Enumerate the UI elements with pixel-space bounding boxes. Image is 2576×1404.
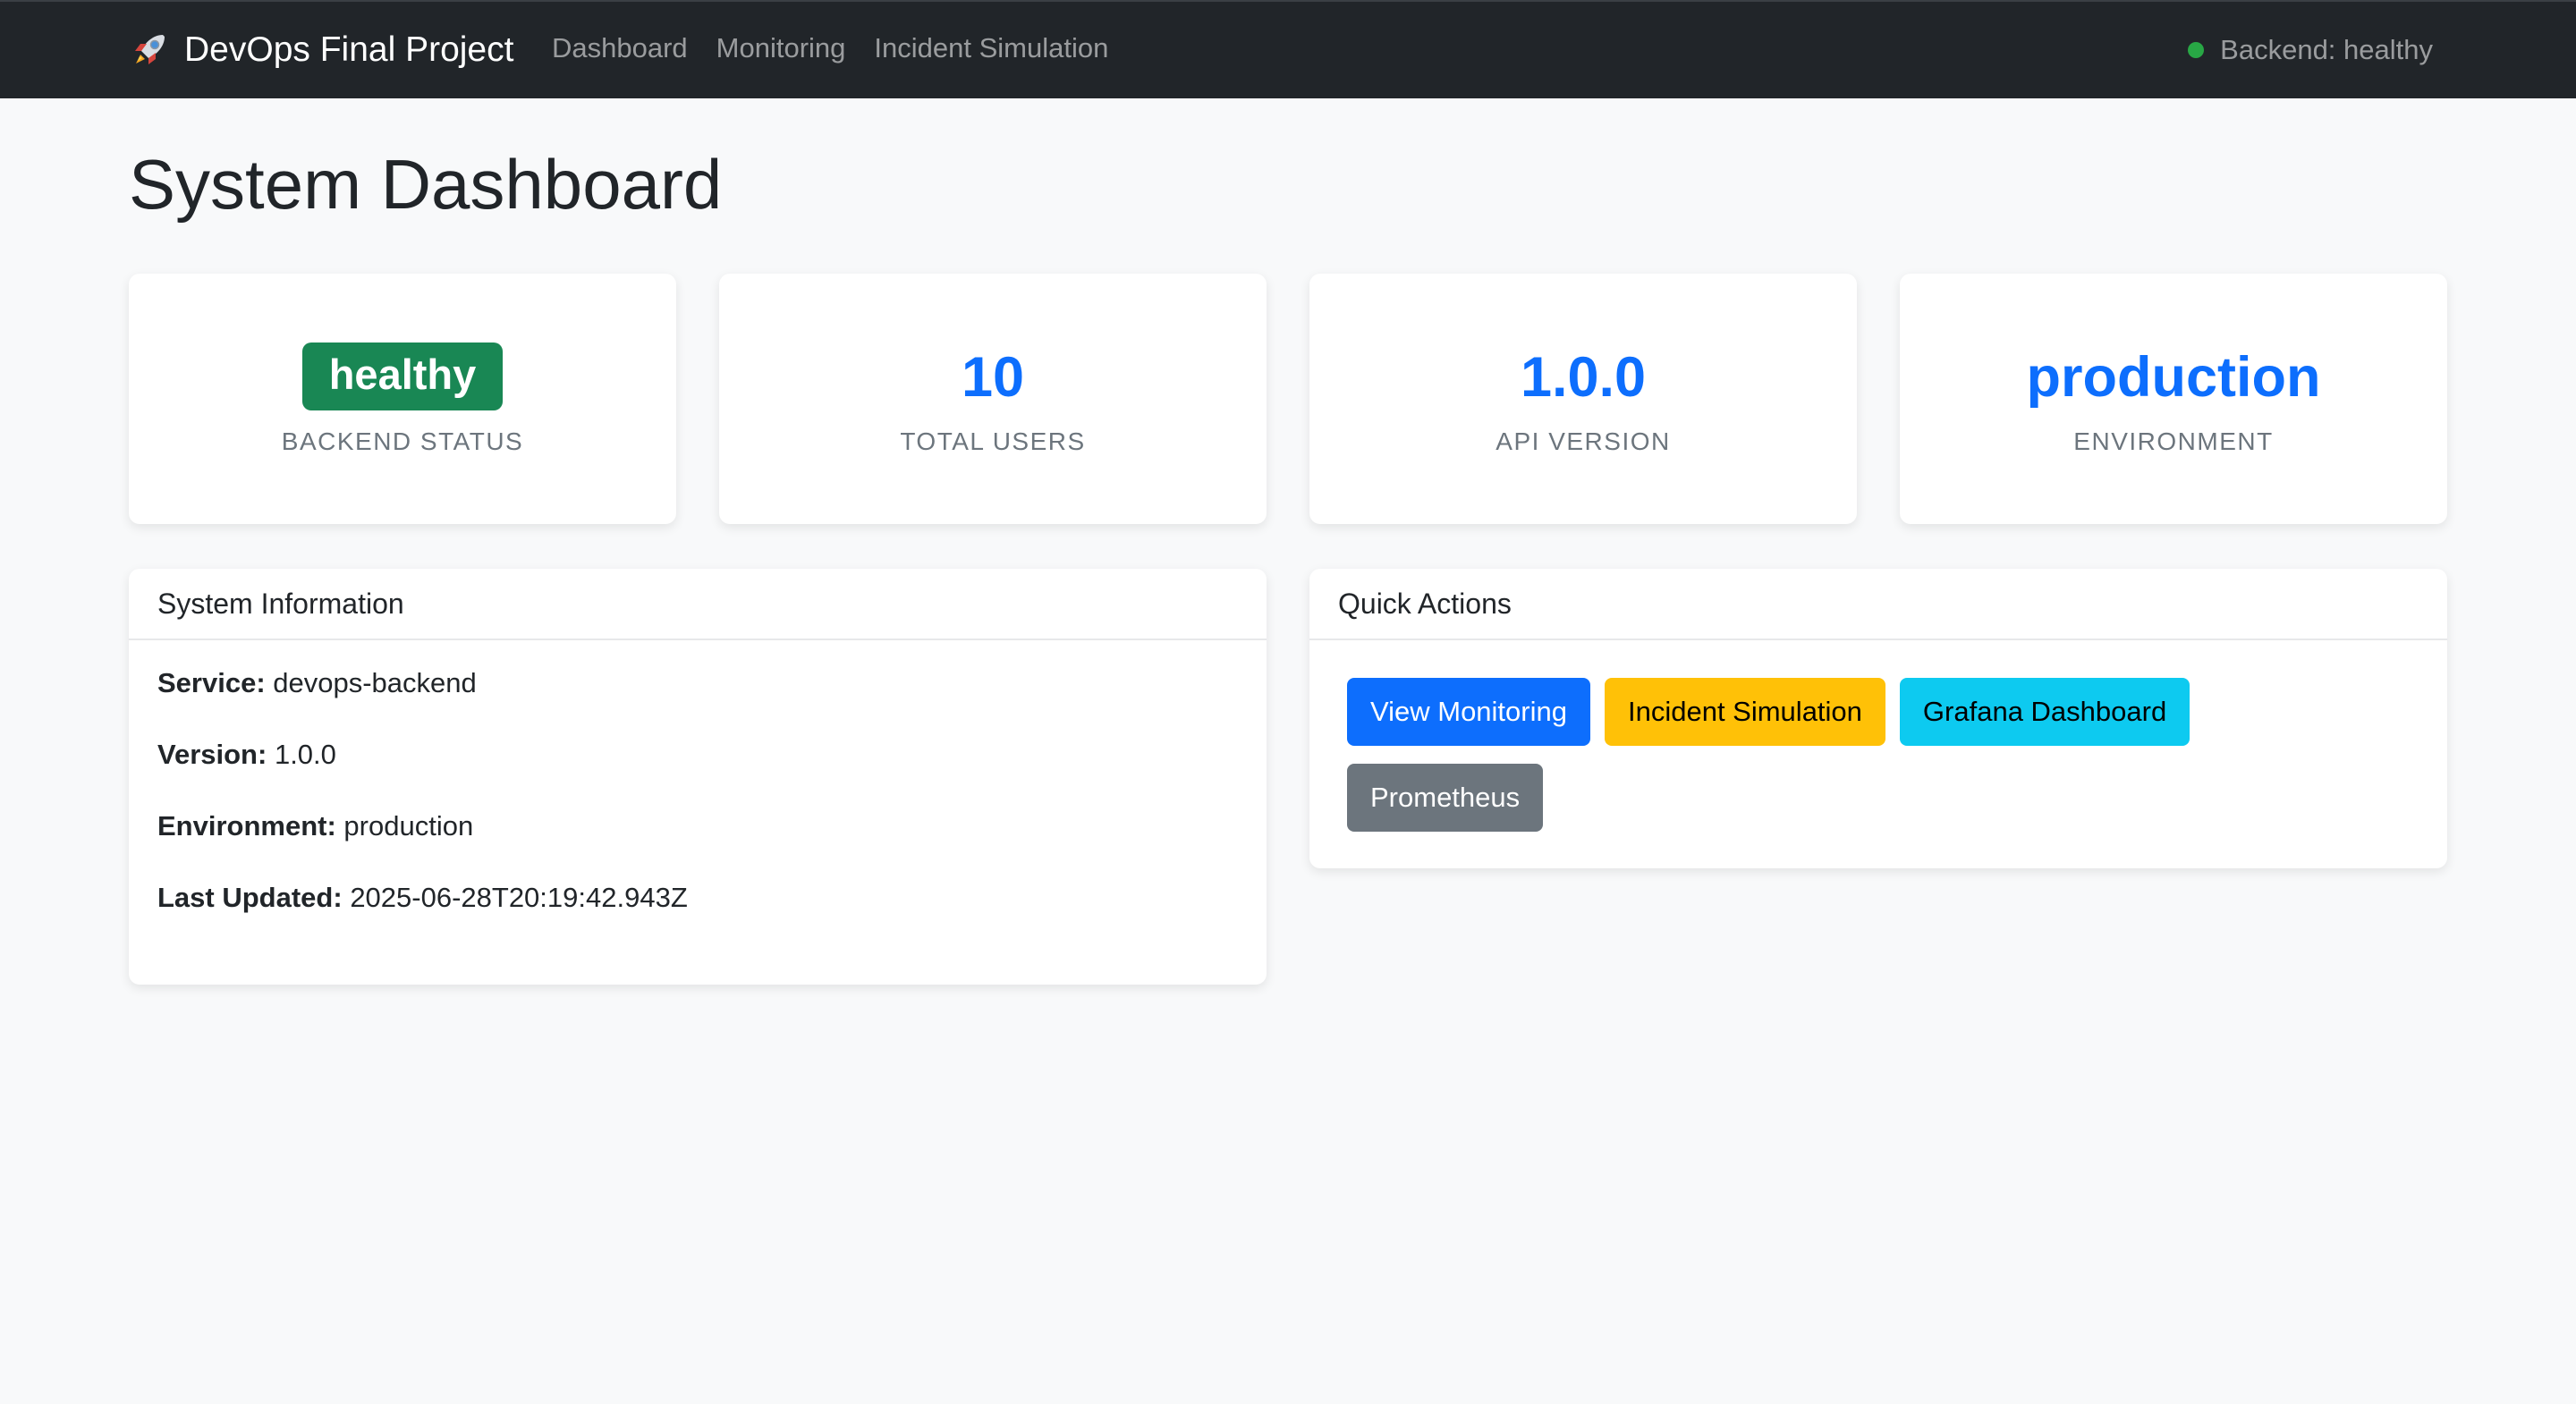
stat-value: 1.0.0 xyxy=(1520,346,1647,409)
info-key: Version: xyxy=(157,739,267,770)
nav-links: Dashboard Monitoring Incident Simulation xyxy=(552,32,1137,64)
view-monitoring-button[interactable]: View Monitoring xyxy=(1347,678,1590,746)
info-value: production xyxy=(343,810,474,842)
info-key: Service: xyxy=(157,667,266,698)
info-row-last-updated: Last Updated: 2025-06-28T20:19:42.943Z xyxy=(157,882,1238,914)
rocket-icon xyxy=(129,30,170,71)
stat-label: API VERSION xyxy=(1496,427,1671,455)
status-dot-icon xyxy=(2188,42,2205,58)
info-value: devops-backend xyxy=(273,667,477,698)
grafana-dashboard-button[interactable]: Grafana Dashboard xyxy=(1899,678,2190,746)
stat-label: BACKEND STATUS xyxy=(281,427,524,455)
stat-card-environment: production ENVIRONMENT xyxy=(1900,274,2447,524)
brand-link[interactable]: DevOps Final Project xyxy=(129,29,513,72)
info-key: Last Updated: xyxy=(157,882,343,913)
stat-card-backend-status: healthy BACKEND STATUS xyxy=(129,274,676,524)
nav-link-incident-simulation[interactable]: Incident Simulation xyxy=(874,32,1108,64)
info-value: 2025-06-28T20:19:42.943Z xyxy=(350,882,688,913)
stat-card-total-users: 10 TOTAL USERS xyxy=(719,274,1267,524)
stat-value: 10 xyxy=(961,346,1025,409)
info-row-environment: Environment: production xyxy=(157,810,1238,842)
actions-body: View Monitoring Incident Simulation Grafan… xyxy=(1309,640,2447,864)
info-key: Environment: xyxy=(157,810,336,842)
incident-simulation-button[interactable]: Incident Simulation xyxy=(1604,678,1885,746)
stat-label: TOTAL USERS xyxy=(900,427,1086,455)
panel-body: Service: devops-backend Version: 1.0.0 E… xyxy=(129,640,1267,941)
info-value: 1.0.0 xyxy=(274,739,336,770)
status-badge: healthy xyxy=(301,343,504,411)
brand-title: DevOps Final Project xyxy=(184,30,514,69)
backend-status-text: Backend: healthy xyxy=(2220,34,2433,65)
backend-status-indicator: Backend: healthy xyxy=(2188,34,2433,66)
quick-actions-panel: Quick Actions View Monitoring Incident Si… xyxy=(1309,569,2447,868)
panel-title: System Information xyxy=(129,569,1267,640)
top-navbar: DevOps Final Project Dashboard Monitorin… xyxy=(0,0,2576,98)
info-row-version: Version: 1.0.0 xyxy=(157,739,1238,771)
info-row-service: Service: devops-backend xyxy=(157,667,1238,699)
stat-card-api-version: 1.0.0 API VERSION xyxy=(1309,274,1857,524)
page-title: System Dashboard xyxy=(129,145,723,224)
stat-label: ENVIRONMENT xyxy=(2073,427,2274,455)
prometheus-button[interactable]: Prometheus xyxy=(1347,764,1544,832)
stat-value: production xyxy=(2026,346,2321,409)
stat-value-container: healthy xyxy=(129,343,676,418)
panel-title: Quick Actions xyxy=(1309,569,2447,640)
system-information-panel: System Information Service: devops-backe… xyxy=(129,569,1267,985)
nav-link-dashboard[interactable]: Dashboard xyxy=(552,32,688,64)
nav-link-monitoring[interactable]: Monitoring xyxy=(716,32,846,64)
